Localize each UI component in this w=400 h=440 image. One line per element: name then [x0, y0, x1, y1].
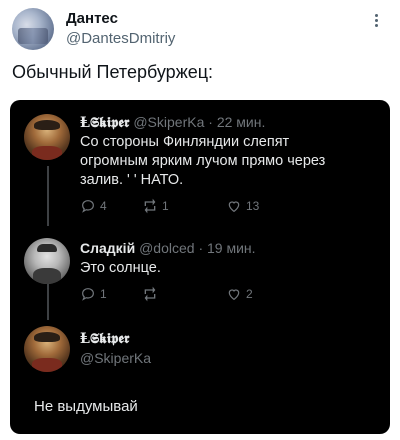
separator: · — [198, 240, 204, 256]
retweet-icon — [144, 198, 156, 214]
reply-icon — [82, 288, 94, 301]
like-count: 13 — [246, 199, 260, 213]
reply-meta: @SkiperKa — [80, 350, 151, 366]
like-count: 2 — [246, 287, 253, 301]
reply-author-handle[interactable]: @dolced — [139, 240, 194, 256]
tweet-header: Дантес @DantesDmitriy — [12, 8, 388, 52]
like-button[interactable]: 13 — [226, 198, 259, 214]
reply-text: Со стороны Финляндии слепят огромным ярк… — [80, 133, 370, 190]
reply-button[interactable]: 1 — [80, 286, 107, 302]
tweet-text: Обычный Петербуржец: — [12, 62, 214, 82]
reply-meta: Сладкiй @dolced · 19 мин. — [80, 240, 256, 256]
reply-button[interactable]: 4 — [80, 198, 107, 214]
reply-meta: Ⱡ𝕾𝖐𝖎𝖕𝖊𝖗 @SkiperKa · 22 мин. — [80, 114, 265, 131]
reply-icon — [82, 200, 94, 213]
avatar[interactable] — [12, 8, 54, 50]
thread-line — [47, 166, 49, 226]
final-reply-text: Не выдумывай — [34, 398, 138, 415]
reply-meta: Ⱡ𝕾𝖐𝖎𝖕𝖊𝖗 — [80, 330, 129, 347]
avatar[interactable] — [24, 238, 70, 284]
like-button[interactable]: 2 — [226, 286, 253, 302]
author-name[interactable]: Дантес — [66, 10, 118, 27]
heart-icon — [228, 289, 240, 301]
reply-author-name[interactable]: Сладкiй — [80, 240, 135, 256]
author-handle[interactable]: @DantesDmitriy — [66, 30, 175, 47]
retweet-button[interactable] — [142, 286, 162, 302]
reply-count: 1 — [100, 287, 107, 301]
reply-text-line: Со стороны Финляндии слепят — [80, 134, 290, 150]
reply-text-line: залив. ' ' НАТО. — [80, 172, 184, 188]
more-options-icon[interactable] — [368, 12, 384, 32]
reply-time[interactable]: 19 мин. — [207, 240, 256, 256]
thread-line — [47, 278, 49, 320]
retweet-icon — [144, 286, 156, 302]
reply-time[interactable]: 22 мин. — [217, 114, 266, 130]
avatar[interactable] — [24, 326, 70, 372]
reply-author-name[interactable]: Ⱡ𝕾𝖐𝖎𝖕𝖊𝖗 — [80, 331, 129, 347]
embedded-screenshot: Ⱡ𝕾𝖐𝖎𝖕𝖊𝖗 @SkiperKa · 22 мин. Со стороны Ф… — [10, 100, 390, 434]
reply-text-line: огромным ярким лучом прямо через — [80, 153, 326, 169]
separator: · — [208, 114, 213, 130]
reply-text-line: Это солнце. — [80, 260, 161, 276]
reply-author-name[interactable]: Ⱡ𝕾𝖐𝖎𝖕𝖊𝖗 — [80, 115, 129, 131]
retweet-button[interactable]: 1 — [142, 198, 169, 214]
reply-text: Это солнце. — [80, 259, 370, 278]
avatar[interactable] — [24, 114, 70, 160]
reply-author-handle[interactable]: @SkiperKa — [80, 350, 151, 366]
reply-author-handle[interactable]: @SkiperKa — [133, 114, 204, 130]
heart-icon — [228, 201, 240, 213]
reply-count: 4 — [100, 199, 107, 213]
retweet-count: 1 — [162, 199, 169, 213]
